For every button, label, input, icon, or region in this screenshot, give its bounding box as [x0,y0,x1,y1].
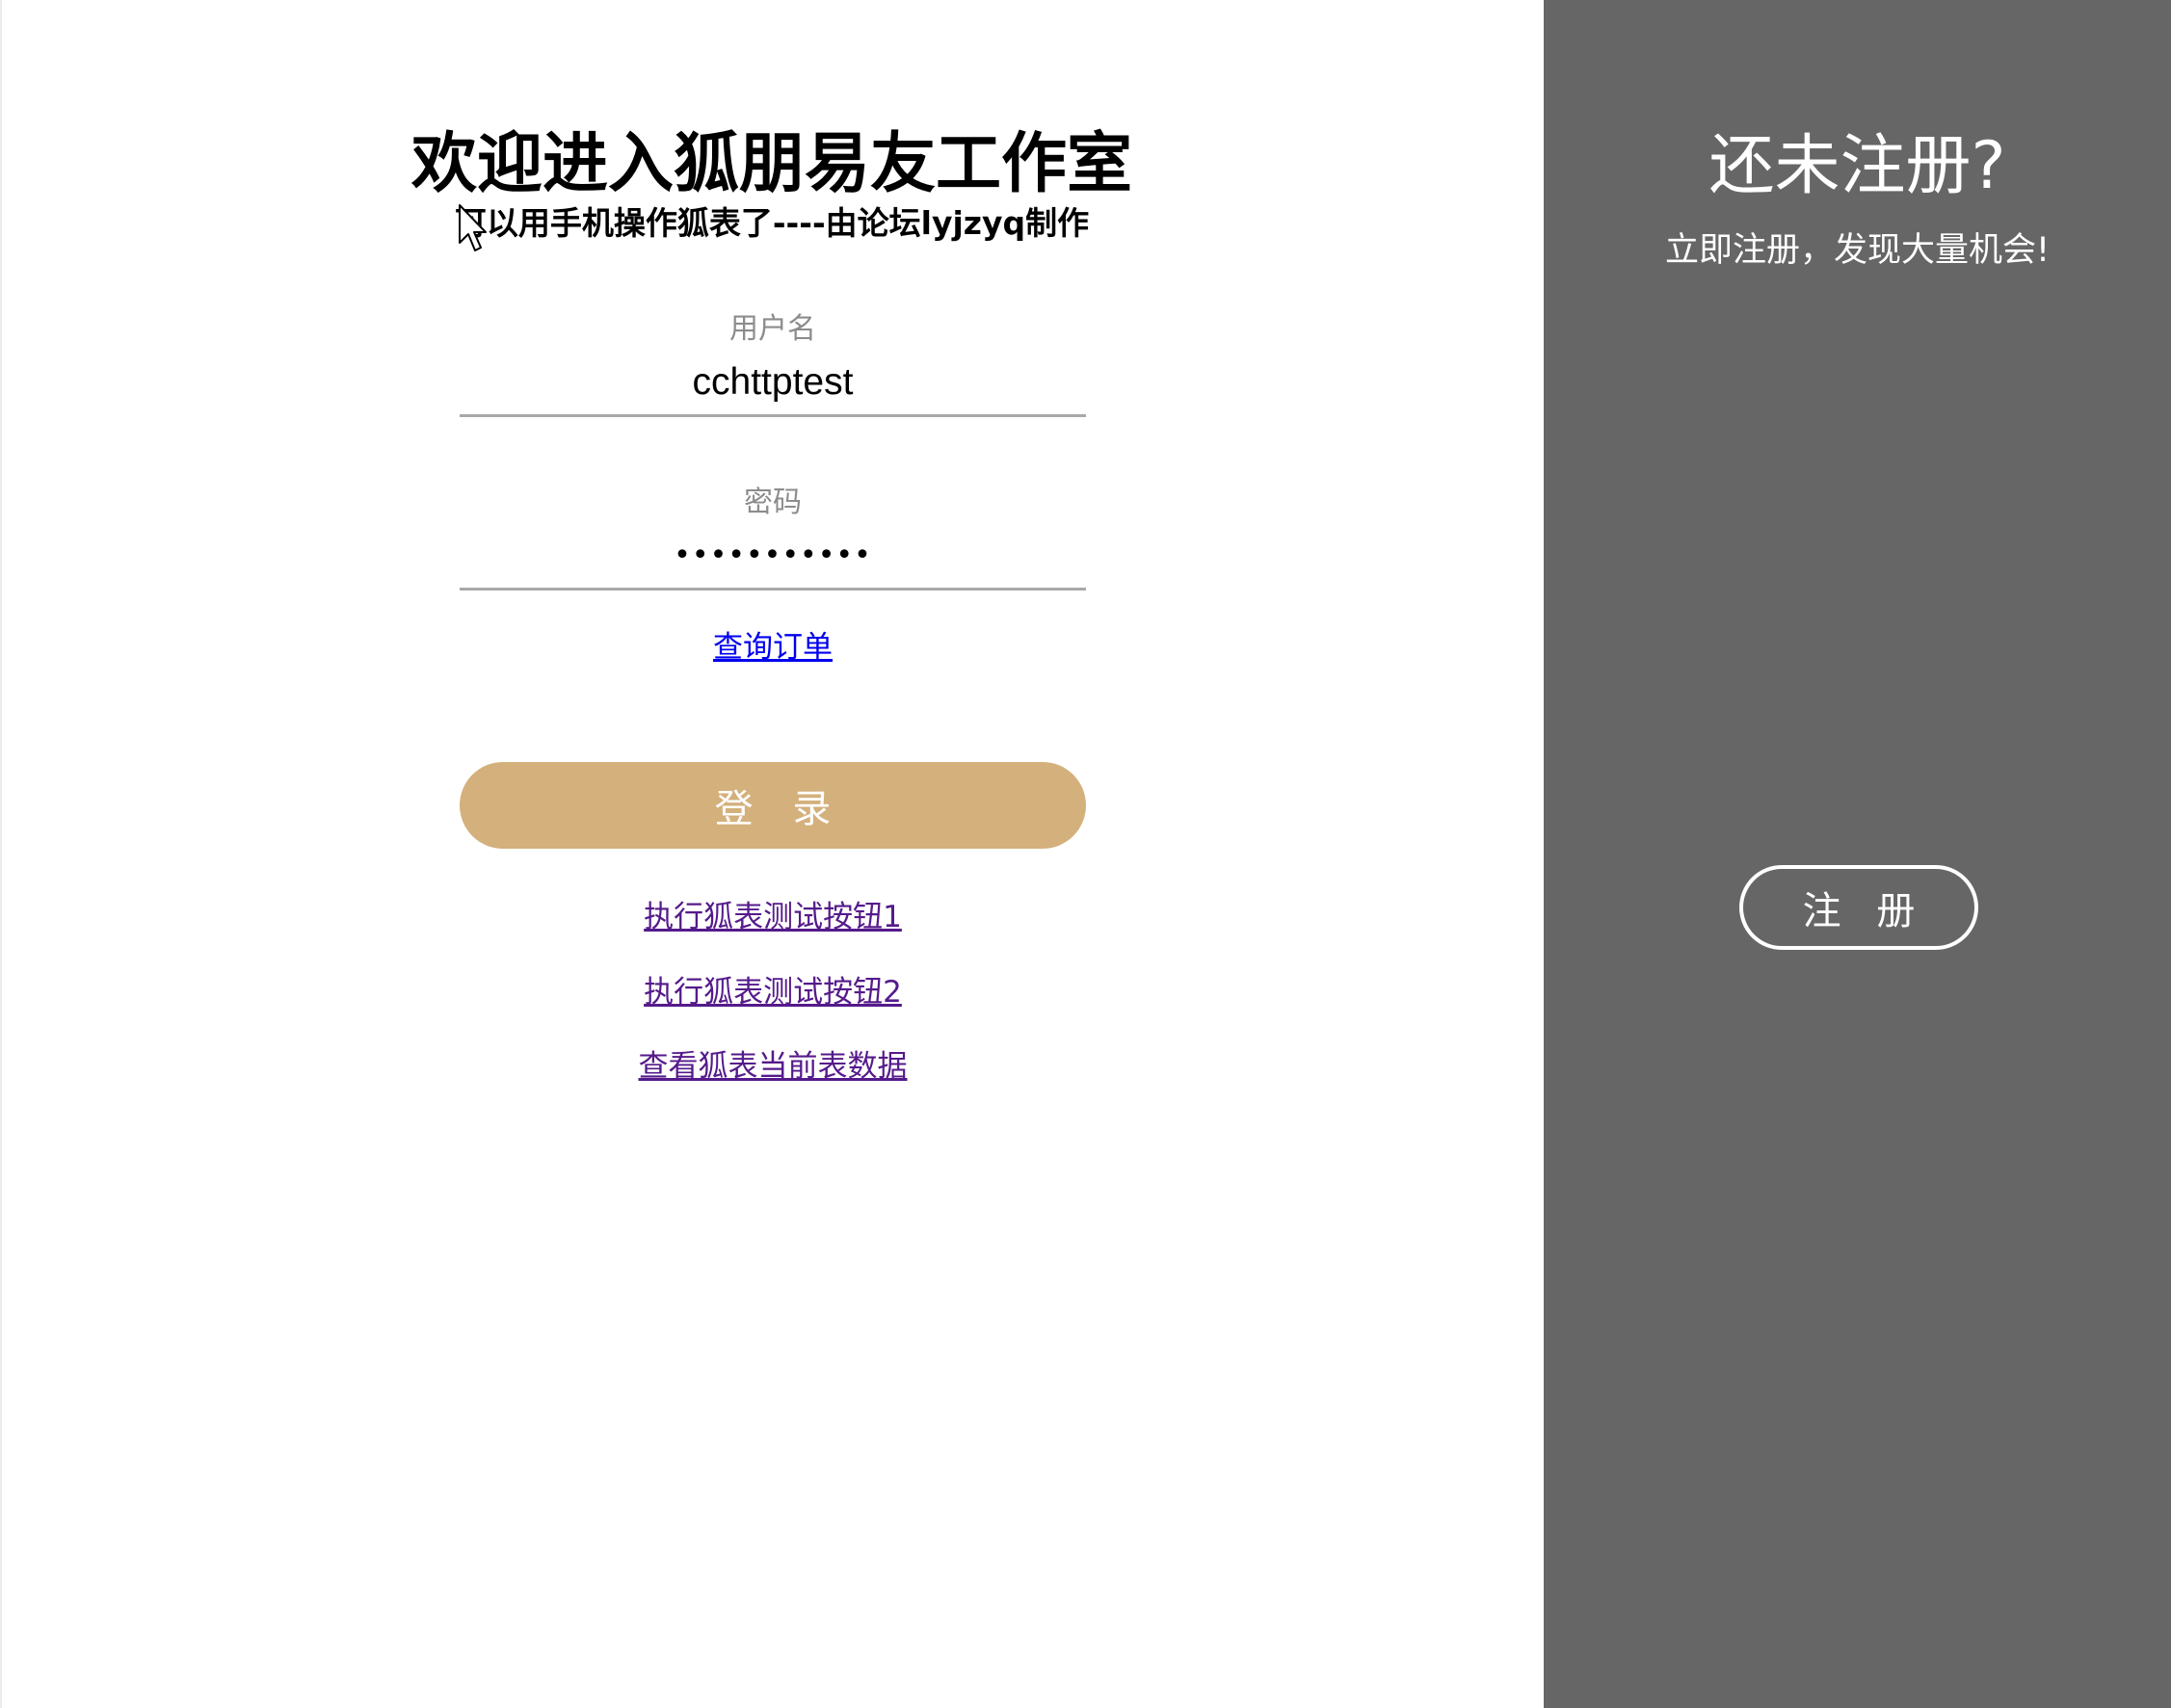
signup-description: 立即注册，发现大量机会! [1664,231,2051,270]
signup-button[interactable]: 注 册 [1739,865,1978,950]
signup-title: 还未注册? [1708,128,2006,204]
password-label: 密码 [744,486,802,519]
username-label: 用户名 [729,312,816,346]
password-field: 密码 ••••••••••• [460,482,1086,591]
password-input[interactable]: ••••••••••• [460,528,1086,584]
view-table-data-link[interactable]: 查看狐表当前表数据 [460,1045,1086,1088]
test-button-2-link[interactable]: 执行狐表测试按钮2 [460,971,1086,1013]
login-button[interactable]: 登 录 [460,762,1086,849]
page-left-border [0,0,2,1708]
username-input[interactable] [460,355,1086,410]
login-page: 欢迎进入狐朋易友工作室 可以用手机操作狐表了----由论坛lyjzyq制作 用户… [0,0,2171,1708]
username-field: 用户名 [460,308,1086,417]
page-subtitle: 可以用手机操作狐表了----由论坛lyjzyq制作 [454,204,1090,242]
login-panel: 欢迎进入狐朋易友工作室 可以用手机操作狐表了----由论坛lyjzyq制作 用户… [0,0,1544,1708]
test-button-1-link[interactable]: 执行狐表测试按钮1 [460,896,1086,938]
page-title: 欢迎进入狐朋易友工作室 [410,126,1132,202]
query-order-link[interactable]: 查询订单 [460,626,1086,669]
mouse-pointer-icon [459,204,487,251]
signup-panel: 还未注册? 立即注册，发现大量机会! 注 册 [1544,0,2171,1708]
